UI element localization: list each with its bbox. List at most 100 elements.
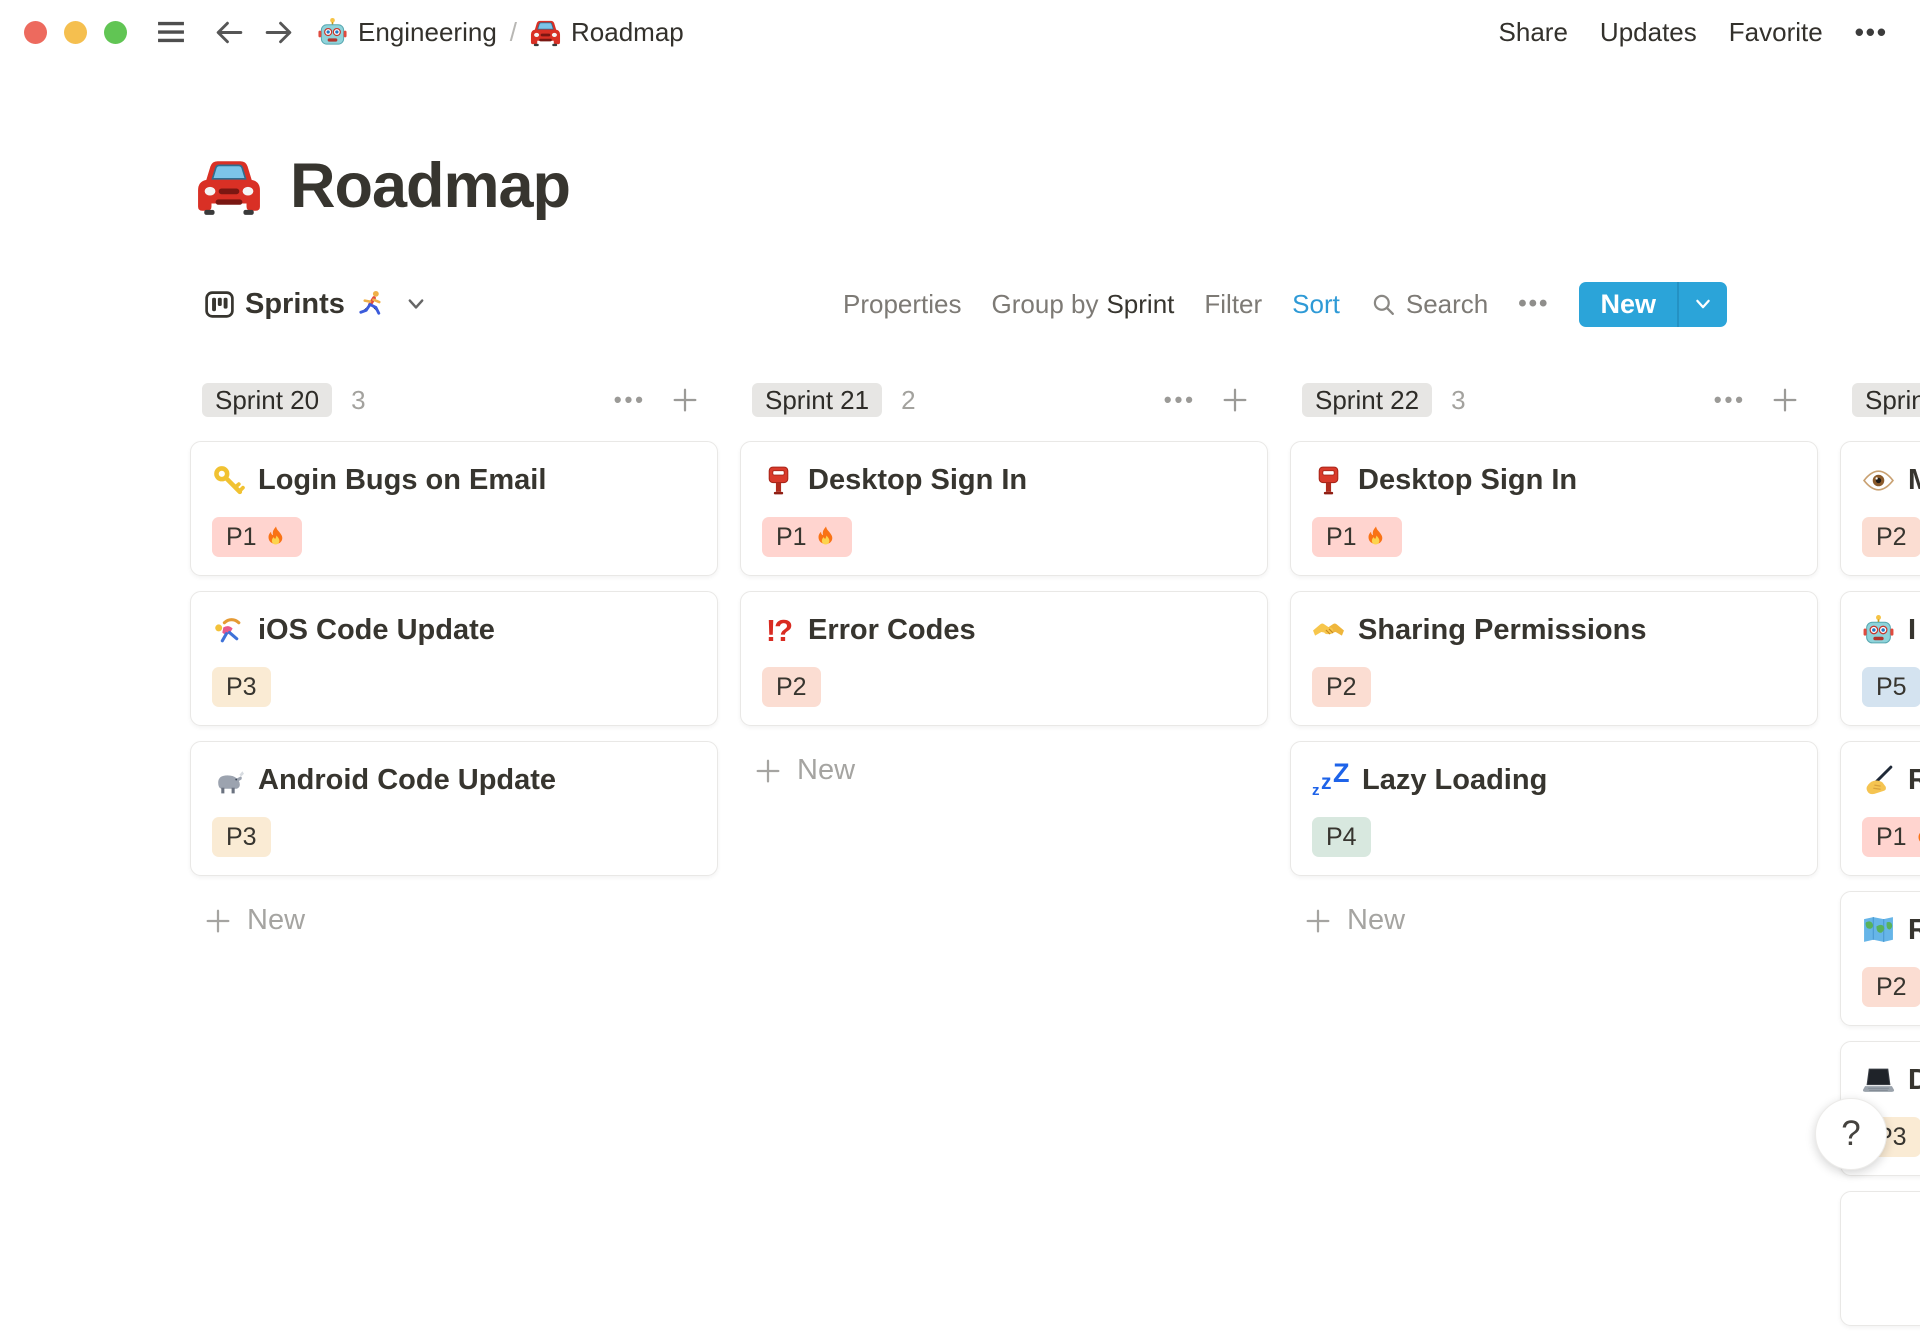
card-title-row: Desktop Sign In [762,462,1246,499]
card-title: Lazy Loading [1362,764,1548,796]
task-card-partial[interactable] [1840,1191,1920,1326]
breadcrumb-roadmap[interactable]: Roadmap [530,17,684,48]
key-icon [212,464,245,497]
search-button[interactable]: Search [1370,289,1488,320]
new-card-button[interactable]: New [1290,904,1818,937]
robot-icon [317,17,348,48]
group-by-button[interactable]: Group by Sprint [992,289,1175,320]
properties-button[interactable]: Properties [843,289,962,320]
task-card[interactable]: M P2 [1840,441,1920,576]
page-title[interactable]: Roadmap [290,150,571,222]
column-more-icon[interactable]: ••• [614,387,646,413]
column-more-icon[interactable]: ••• [1164,387,1196,413]
column-add-icon[interactable] [670,385,700,415]
fire-icon [814,525,838,549]
card-title-row: Login Bugs on Email [212,462,696,499]
breadcrumb-label: Roadmap [571,16,684,47]
task-card[interactable]: Login Bugs on Email P1 [190,441,718,576]
back-arrow-icon[interactable] [213,16,246,49]
column-add-icon[interactable] [1770,385,1800,415]
car-front-icon[interactable] [196,153,262,219]
task-card[interactable]: iOS Code Update P3 [190,591,718,726]
forward-arrow-icon[interactable] [262,16,295,49]
search-icon [1370,291,1397,318]
priority-tag: P2 [762,667,821,707]
column-header: Sprint 22 3 ••• [1290,383,1818,417]
priority-tag-label: P2 [776,672,807,701]
page-header: Roadmap [196,150,571,222]
filter-button[interactable]: Filter [1204,289,1262,320]
priority-tag: P3 [212,667,271,707]
window-titlebar: Engineering / Roadmap Share Updates Favo… [0,0,1920,64]
writing-hand-icon [1862,764,1895,797]
traffic-light-close[interactable] [24,20,47,44]
plus-icon [753,756,783,786]
card-title-row: iOS Code Update [212,612,696,649]
priority-tag-label: P5 [1876,672,1907,701]
column-header: Sprint 21 2 ••• [740,383,1268,417]
sort-button[interactable]: Sort [1292,289,1340,320]
priority-tag-label: P2 [1326,672,1357,701]
map-icon [1862,914,1895,947]
task-card[interactable]: Android Code Update P3 [190,741,718,876]
share-button[interactable]: Share [1499,17,1568,48]
breadcrumb-label: Engineering [358,16,497,47]
plus-icon [203,906,233,936]
column-name-badge[interactable]: Sprint 21 [752,383,883,417]
task-card[interactable]: R P2 [1840,891,1920,1026]
priority-tag-label: P3 [226,672,257,701]
column-name-badge[interactable]: Sprint 22 [1302,383,1433,417]
toolbar-more-icon[interactable]: ••• [1518,290,1549,318]
hamburger-menu-icon[interactable] [153,14,189,50]
card-title-row: Desktop Sign In [1312,462,1796,499]
laptop-icon [1862,1064,1895,1097]
priority-tag: P1 [762,517,852,557]
card-title: iOS Code Update [258,614,495,646]
card-title: R [1908,914,1920,946]
new-card-button[interactable]: New [190,904,718,937]
task-card[interactable]: Desktop Sign In P1 [740,441,1268,576]
task-card[interactable]: Desktop Sign In P1 [1290,441,1818,576]
priority-tag-label: P2 [1876,972,1907,1001]
search-label: Search [1405,288,1489,319]
task-card[interactable]: zzZ Lazy Loading P4 [1290,741,1818,876]
card-title: R [1908,764,1920,796]
traffic-light-minimize[interactable] [64,20,87,44]
task-card[interactable]: I P5 [1840,591,1920,726]
breadcrumb-separator: / [509,16,518,47]
help-button[interactable]: ? [1815,1098,1887,1170]
column-more-icon[interactable]: ••• [1714,387,1746,413]
task-card[interactable]: R P1 [1840,741,1920,876]
task-card[interactable]: !? Error Codes P2 [740,591,1268,726]
view-toolbar: Sprints Properties Group by Sprint Filter… [203,281,1727,327]
column-name-badge[interactable]: Sprint 20 [202,383,333,417]
new-card-button[interactable]: New [740,754,1268,787]
more-options-icon[interactable]: ••• [1855,17,1888,48]
breadcrumb-engineering[interactable]: Engineering [317,17,497,48]
new-dropdown-chevron-icon[interactable] [1693,294,1713,314]
card-title: Error Codes [808,614,976,646]
updates-button[interactable]: Updates [1600,17,1697,48]
cartwheel-icon [212,614,245,647]
card-title-row: M [1862,462,1920,499]
group-by-prefix: Group by [991,288,1099,319]
column-name-badge[interactable]: Sprin [1852,383,1920,417]
board-column: Sprint 21 2 ••• Desktop Sign In P1 !? Er… [740,383,1268,1341]
plus-icon [1303,906,1333,936]
priority-tag: P5 [1862,667,1920,707]
card-title: Sharing Permissions [1358,614,1647,646]
task-card[interactable]: Sharing Permissions P2 [1290,591,1818,726]
traffic-light-zoom[interactable] [104,20,127,44]
favorite-button[interactable]: Favorite [1729,17,1823,48]
column-add-icon[interactable] [1220,385,1250,415]
tab-sprints-board-view[interactable]: Sprints [203,288,427,321]
card-title: D [1908,1064,1920,1096]
card-title-row: R [1862,762,1920,799]
postbox-icon [1312,464,1345,497]
card-title-row: Sharing Permissions [1312,612,1796,649]
column-card-count: 3 [1451,384,1466,415]
priority-tag: P2 [1862,517,1920,557]
new-button[interactable]: New [1579,289,1677,320]
interrobang-icon: !? [765,612,793,648]
priority-tag-label: P4 [1326,822,1357,851]
